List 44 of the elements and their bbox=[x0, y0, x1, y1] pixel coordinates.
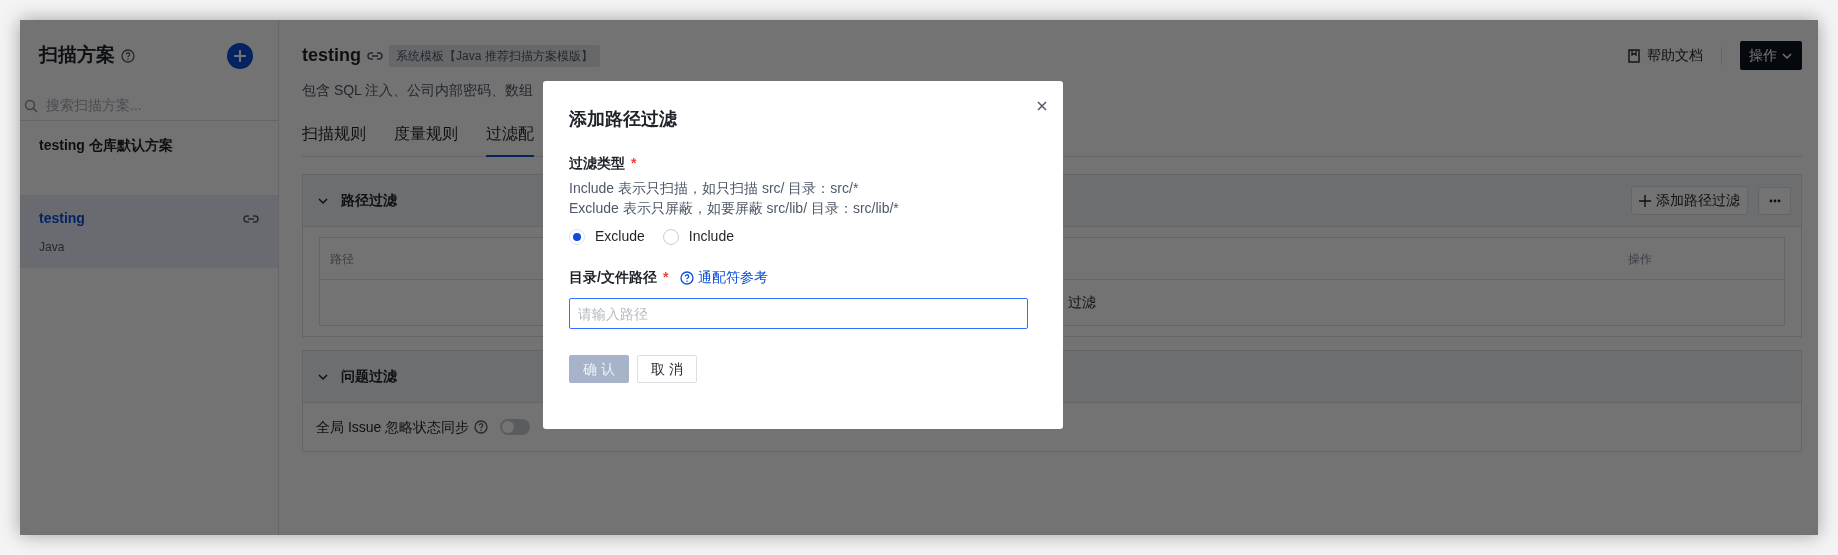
search-icon bbox=[24, 98, 38, 113]
help-text: Exclude 表示只屏蔽，如要屏蔽 src/lib/ 目录：src/lib/* bbox=[569, 199, 900, 218]
page-title: testing bbox=[302, 44, 361, 67]
cancel-button[interactable]: 取 消 bbox=[636, 355, 697, 383]
radio-option[interactable]: Exclude bbox=[569, 226, 645, 247]
panel-title: 问题过滤 bbox=[341, 367, 397, 386]
field-label: 目录/文件路径 bbox=[569, 268, 657, 287]
scheme-item[interactable]: testing 仓库默认方案 bbox=[20, 121, 278, 195]
wildcard-link[interactable]: 通配符参考 bbox=[680, 267, 769, 288]
dialog-title: 添加路径过滤 bbox=[569, 108, 678, 131]
help-icon bbox=[121, 48, 135, 63]
empty-text: 过滤 bbox=[1068, 293, 1096, 312]
field-label: 过滤类型 bbox=[569, 154, 625, 173]
link-icon bbox=[243, 212, 259, 225]
panel-title: 路径过滤 bbox=[341, 191, 397, 210]
actions-button[interactable]: 操作 bbox=[1740, 41, 1802, 70]
required-mark: * bbox=[662, 268, 669, 287]
help-icon bbox=[680, 270, 695, 285]
close-icon bbox=[1037, 101, 1047, 112]
plus-icon bbox=[1639, 194, 1651, 207]
template-tag: 系统模板【Java 推荐扫描方案模版】 bbox=[389, 44, 600, 67]
setting-label: 全局 Issue 忽略状态同步 bbox=[316, 417, 470, 437]
radio-option[interactable]: Include bbox=[662, 226, 734, 247]
sidebar-title: 扫描方案 bbox=[39, 43, 115, 68]
link-icon bbox=[367, 49, 383, 62]
plus-icon bbox=[233, 48, 247, 63]
scheme-language: Java bbox=[39, 239, 66, 256]
add-button[interactable] bbox=[227, 42, 253, 69]
tab[interactable]: 度量规则 bbox=[394, 114, 458, 157]
path-input[interactable]: 请输入路径 bbox=[569, 298, 1028, 329]
toggle-switch[interactable] bbox=[500, 419, 531, 435]
help-text: Include 表示只扫描，如只扫描 src/ 目录：src/* bbox=[569, 179, 860, 198]
tab[interactable]: 扫描规则 bbox=[302, 114, 366, 157]
required-mark: * bbox=[631, 154, 637, 173]
help-icon bbox=[474, 420, 489, 434]
scheme-name: testing 仓库默认方案 bbox=[39, 136, 173, 155]
more-icon bbox=[1768, 199, 1781, 204]
scheme-name: testing bbox=[39, 209, 85, 228]
add-path-filter-button[interactable]: 添加路径过滤 bbox=[1631, 186, 1748, 215]
book-icon bbox=[1627, 48, 1641, 63]
description-text: 包含 SQL 注入、公司内部密码、数组 bbox=[302, 81, 535, 100]
tab[interactable]: 过滤配 bbox=[486, 114, 534, 157]
help-link[interactable]: 帮助文档 bbox=[1627, 45, 1703, 66]
scheme-item[interactable]: testing Java bbox=[20, 195, 278, 268]
